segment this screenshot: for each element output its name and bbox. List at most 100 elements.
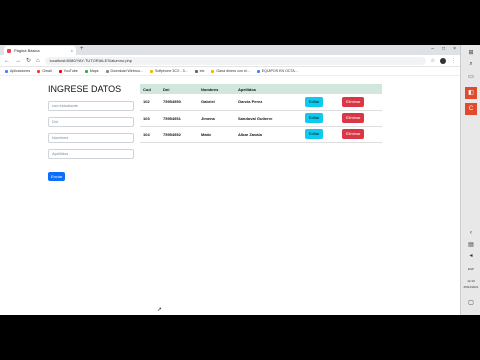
eliminar-button[interactable]: Eliminar: [342, 96, 365, 107]
bookmark-item[interactable]: Softphone 3CX - 3...: [150, 69, 188, 73]
cell-cod: 104: [140, 126, 160, 143]
clock-time[interactable]: 12:16: [462, 279, 480, 283]
notifications-icon[interactable]: ▢: [465, 299, 477, 309]
bookmark-item[interactable]: elo: [194, 69, 205, 73]
student-form: INGRESE DATOS cod estudiante Dni Nombres…: [48, 84, 136, 183]
bookmark-label: Download Webroo...: [110, 69, 144, 73]
table-row: 102 75954550 Gabriel Garcia Perez Editar…: [140, 94, 382, 111]
avatar[interactable]: [440, 57, 446, 64]
cell-dni: 75954551: [160, 110, 198, 127]
bookmark-item[interactable]: Gana dinero con el...: [211, 69, 250, 73]
cell-cod: 102: [140, 94, 160, 111]
bookmark-label: Aplicaciones: [10, 69, 31, 73]
address-bar-row: ← → ↻ ⌂ localhost:8080/YAY-TUTORIALES/al…: [0, 55, 460, 67]
app-red-icon[interactable]: ◧: [465, 87, 477, 99]
eliminar-button[interactable]: Eliminar: [342, 129, 365, 139]
browser-tab[interactable]: Página Básica ×: [4, 46, 76, 55]
page-title: INGRESE DATOS: [48, 84, 122, 94]
bookmark-item[interactable]: Gmail: [37, 69, 52, 73]
search-icon[interactable]: ⌕: [465, 61, 477, 71]
app-c-icon[interactable]: C: [465, 103, 477, 115]
home-icon[interactable]: ⌂: [36, 58, 40, 64]
cell-edit: Editar: [302, 110, 339, 127]
cell-nombres: Matic: [198, 126, 235, 143]
minimize-button[interactable]: –: [431, 46, 434, 52]
volume-icon[interactable]: ◂: [465, 252, 477, 262]
star-icon[interactable]: ☆: [431, 58, 435, 64]
tab-bar: Página Básica × + – □ ×: [0, 45, 460, 55]
cell-edit: Editar: [302, 94, 339, 111]
table-row: 104 75954552 Matic Albar Zavala Editar E…: [140, 126, 382, 143]
bookmark-icon: [5, 69, 8, 73]
editar-button[interactable]: Editar: [305, 129, 324, 139]
header-dni: Dni: [163, 86, 170, 92]
table-row: 103 75954551 Jimena Sandoval Gutierre Ed…: [140, 110, 382, 127]
cell-nombres: Jimena: [198, 110, 235, 127]
cell-edit: Editar: [302, 126, 339, 143]
dni-input[interactable]: Dni: [48, 117, 134, 127]
task-view-icon[interactable]: ▭: [465, 73, 477, 83]
network-icon[interactable]: ▤: [465, 241, 477, 251]
bookmark-item[interactable]: YouTube: [58, 69, 78, 73]
bookmark-label: Softphone 3CX - 3...: [155, 69, 188, 73]
bookmark-icon: [211, 69, 215, 73]
clock-date[interactable]: 25/01/2021: [462, 285, 480, 289]
reload-icon[interactable]: ↻: [26, 57, 31, 64]
back-icon[interactable]: ←: [4, 58, 10, 64]
bookmark-label: YouTube: [63, 69, 78, 73]
header-cod: Cod: [143, 86, 151, 92]
bookmark-label: elo: [199, 69, 205, 73]
editar-button[interactable]: Editar: [305, 96, 324, 107]
header-delete: [339, 84, 382, 94]
cell-apellidos: Sandoval Gutierre: [235, 110, 302, 127]
cod-estudiante-input[interactable]: cod estudiante: [48, 101, 134, 111]
cell-delete: Eliminar: [339, 126, 382, 143]
favicon-icon: [7, 48, 11, 53]
windows-start-icon[interactable]: ⊞: [465, 49, 477, 59]
header-edit: [302, 84, 339, 94]
cell-dni: 75954550: [160, 94, 198, 111]
students-table: Cod Dni Nombres Apellidos 102 75954550 G…: [140, 84, 382, 143]
bookmark-item[interactable]: EQUIPOS EN OCTA...: [256, 69, 298, 73]
enviar-button[interactable]: Enviar: [48, 172, 66, 181]
bookmarks-bar: Aplicaciones Gmail YouTube Maps Download…: [0, 67, 460, 76]
bookmark-icon: [37, 69, 41, 73]
window-controls: – □ ×: [431, 46, 456, 52]
browser-window: Página Básica × + – □ × ← → ↻ ⌂ localhos…: [0, 45, 460, 315]
bookmark-icon: [84, 69, 88, 73]
header-nombres: Nombres: [201, 86, 219, 92]
windows-taskbar: ⊞ ⌕ ▭ ◧ C ‹ ▤ ◂ ESP 12:16 25/01/2021 ▢: [460, 45, 480, 315]
cell-apellidos: Albar Zavala: [235, 126, 302, 143]
menu-icon[interactable]: ⋮: [451, 58, 456, 64]
editar-button[interactable]: Editar: [305, 113, 324, 123]
bookmark-item[interactable]: Aplicaciones: [5, 69, 30, 73]
header-apellidos: Apellidos: [238, 86, 257, 92]
bookmark-icon: [256, 69, 260, 73]
cell-apellidos: Garcia Perez: [235, 94, 302, 111]
bookmark-label: Gana dinero con el...: [216, 69, 250, 73]
bookmark-label: Maps: [89, 69, 99, 73]
bookmark-icon: [58, 69, 62, 73]
apellidos-input[interactable]: Apellidos: [48, 149, 134, 159]
eliminar-button[interactable]: Eliminar: [342, 113, 365, 123]
bookmark-label: Gmail: [42, 69, 52, 73]
bookmark-item[interactable]: Maps: [84, 69, 99, 73]
tab-title: Página Básica: [14, 48, 40, 53]
cell-dni: 75954552: [160, 126, 198, 143]
mouse-cursor-icon: ➚: [157, 307, 163, 313]
nombres-input[interactable]: Nombres: [48, 133, 134, 143]
bookmark-icon: [194, 69, 198, 73]
close-window-button[interactable]: ×: [453, 46, 456, 52]
url-input[interactable]: localhost:8080/YAY-TUTORIALES/alumno.php: [44, 56, 426, 65]
maximize-button[interactable]: □: [442, 46, 445, 52]
bookmark-icon: [150, 69, 153, 73]
language-indicator[interactable]: ESP: [462, 267, 480, 271]
tray-chevron-icon[interactable]: ‹: [465, 230, 477, 240]
new-tab-button[interactable]: +: [80, 46, 84, 52]
page-content: INGRESE DATOS cod estudiante Dni Nombres…: [0, 76, 460, 315]
cell-cod: 103: [140, 110, 160, 127]
tab-close-icon[interactable]: ×: [71, 48, 73, 53]
forward-icon[interactable]: →: [15, 58, 21, 64]
screen: Página Básica × + – □ × ← → ↻ ⌂ localhos…: [0, 45, 480, 315]
bookmark-item[interactable]: Download Webroo...: [105, 69, 144, 73]
